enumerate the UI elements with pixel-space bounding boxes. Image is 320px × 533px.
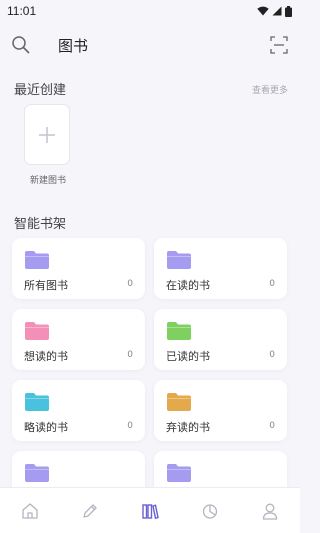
folder-icon — [167, 464, 191, 482]
shelf-card-skimmed-books[interactable]: 略读的书 0 — [12, 380, 145, 441]
folder-icon — [25, 322, 49, 340]
shelf-card-count: 0 — [127, 350, 133, 360]
shelf-card-count: 0 — [127, 279, 133, 289]
tab-stats[interactable] — [199, 500, 221, 522]
new-book-button[interactable] — [24, 104, 70, 165]
shelf-card-abandoned-books[interactable]: 弃读的书 0 — [154, 380, 287, 441]
shelf-card-label: 已读的书 — [166, 350, 210, 363]
folder-icon — [25, 464, 49, 482]
tab-profile[interactable] — [259, 500, 281, 522]
folder-icon — [167, 322, 191, 340]
battery-icon — [285, 5, 292, 17]
shelf-card-read-books[interactable]: 已读的书 0 — [154, 309, 287, 370]
status-bar: 11:01 — [0, 0, 300, 22]
search-icon — [12, 36, 30, 54]
shelf-card-count: 0 — [269, 350, 275, 360]
tab-write[interactable] — [79, 500, 101, 522]
shelf-card-label: 所有图书 — [24, 279, 68, 292]
folder-icon — [167, 251, 191, 269]
shelf-card-reading-books[interactable]: 在读的书 0 — [154, 238, 287, 299]
shelf-card-label: 弃读的书 — [166, 421, 210, 434]
shelf-card-label: 在读的书 — [166, 279, 210, 292]
user-icon — [262, 503, 278, 520]
recent-section-title: 最近创建 — [14, 83, 67, 98]
signal-icon — [272, 6, 282, 16]
status-icons — [257, 5, 292, 17]
shelf-card-all-books[interactable]: 所有图书 0 — [12, 238, 145, 299]
shelf-card-count: 0 — [127, 421, 133, 431]
page-title: 图书 — [58, 37, 89, 55]
shelf-card-count: 0 — [269, 279, 275, 289]
tab-books[interactable] — [139, 500, 161, 522]
scan-icon — [270, 36, 288, 54]
status-time: 11:01 — [7, 4, 37, 18]
books-icon — [142, 504, 159, 520]
shelf-card-label: 想读的书 — [24, 350, 68, 363]
shelf-card-label: 略读的书 — [24, 421, 68, 434]
shelf-card-want-to-read-books[interactable]: 想读的书 0 — [12, 309, 145, 370]
pie-chart-icon — [202, 504, 218, 519]
view-more-link[interactable]: 查看更多 — [252, 83, 288, 96]
header: 图书 — [0, 28, 300, 62]
home-icon — [22, 503, 38, 519]
pencil-icon — [83, 504, 97, 518]
folder-icon — [25, 393, 49, 411]
tab-home[interactable] — [19, 500, 41, 522]
wifi-icon — [257, 6, 269, 16]
new-book-label: 新建图书 — [29, 176, 66, 186]
tab-bar — [0, 487, 300, 533]
shelf-card-count: 0 — [269, 421, 275, 431]
folder-icon — [25, 251, 49, 269]
shelf-section-title: 智能书架 — [14, 217, 67, 232]
search-button[interactable] — [11, 35, 31, 55]
plus-icon — [39, 126, 55, 143]
folder-icon — [167, 393, 191, 411]
scan-button[interactable] — [270, 36, 288, 54]
